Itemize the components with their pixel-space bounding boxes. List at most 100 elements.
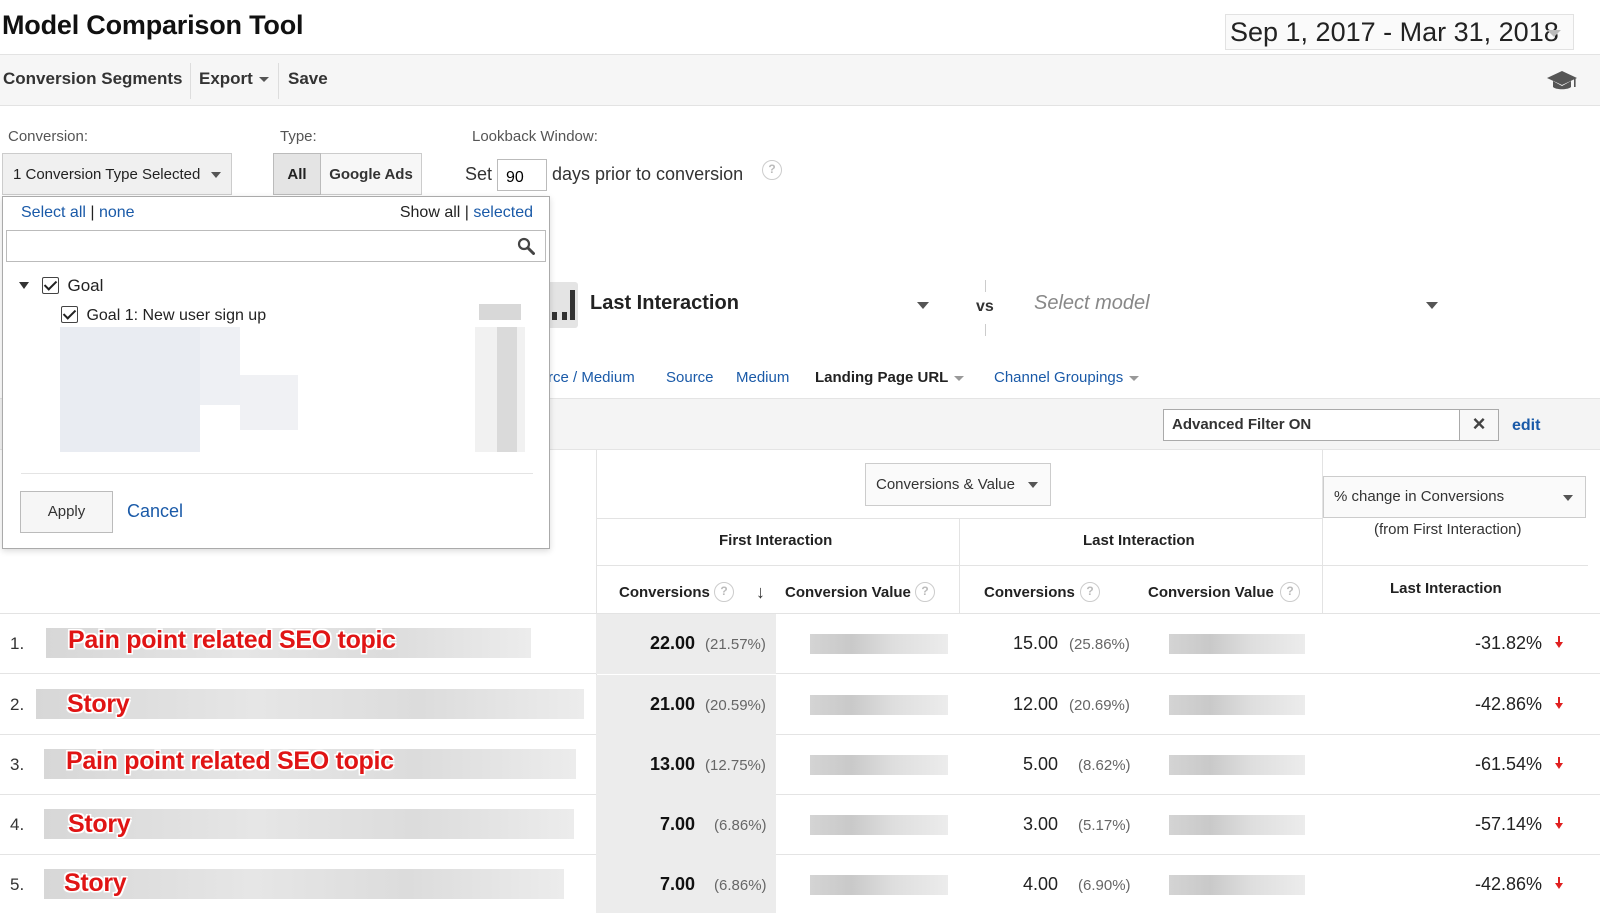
- date-range-picker[interactable]: Sep 1, 2017 - Mar 31, 2018: [1225, 14, 1574, 50]
- change-metric-value: % change in Conversions: [1334, 488, 1505, 505]
- help-icon[interactable]: ?: [714, 582, 734, 602]
- col-first-conversion-value[interactable]: Conversion Value: [785, 584, 911, 601]
- tab-source[interactable]: Source: [666, 369, 714, 386]
- page-title: Model Comparison Tool: [2, 10, 304, 40]
- tab-medium[interactable]: Medium: [736, 369, 789, 386]
- date-range-label: Sep 1, 2017 - Mar 31, 2018: [1230, 17, 1559, 47]
- conversion-dropdown: Select all | none Show all | selected Go…: [2, 196, 550, 549]
- save-button[interactable]: Save: [288, 69, 328, 89]
- chevron-down-icon[interactable]: [1426, 302, 1438, 309]
- row-number: 2.: [10, 695, 25, 714]
- vs-divider: [985, 324, 986, 336]
- conversion-type-select[interactable]: 1 Conversion Type Selected: [2, 153, 232, 195]
- change-value: -31.82%: [1474, 633, 1542, 653]
- caret-down-icon[interactable]: [19, 282, 29, 289]
- goal-group[interactable]: Goal: [19, 276, 103, 296]
- show-selected-link[interactable]: selected: [473, 204, 533, 221]
- row-label[interactable]: Pain point related SEO topic: [68, 626, 396, 655]
- select-all-link[interactable]: Select all: [21, 204, 86, 221]
- red-down-arrow-icon: [1555, 877, 1563, 889]
- row-label[interactable]: Pain point related SEO topic: [66, 747, 394, 776]
- tab-landing-page-url[interactable]: Landing Page URL: [815, 369, 965, 386]
- table-divider: [596, 565, 1323, 566]
- table-row[interactable]: 5. Story 7.00 (6.86%) 4.00 (6.90%) -42.8…: [0, 855, 1600, 913]
- graduation-cap-icon[interactable]: [1546, 69, 1578, 93]
- table-row[interactable]: 2. Story 21.00 (20.59%) 12.00 (20.69%) -…: [0, 675, 1600, 735]
- goal-item[interactable]: Goal 1: New user sign up: [61, 306, 266, 325]
- goal-item-checkbox[interactable]: [61, 306, 78, 323]
- help-icon[interactable]: ?: [1280, 582, 1300, 602]
- show-all-link[interactable]: Show all: [400, 204, 460, 221]
- li-conversions-pct: (20.69%): [1069, 697, 1130, 714]
- fi-conversions: 7.00: [660, 874, 696, 894]
- separator: |: [90, 204, 95, 221]
- filter-edit-link[interactable]: edit: [1512, 417, 1540, 435]
- conversion-segments-button[interactable]: Conversion Segments: [3, 69, 183, 89]
- help-icon[interactable]: ?: [915, 582, 935, 602]
- last-interaction-header: Last Interaction: [1083, 532, 1195, 549]
- chevron-down-icon[interactable]: [917, 302, 929, 309]
- fi-conversions-pct: (6.86%): [714, 877, 767, 894]
- type-all-button[interactable]: All: [273, 153, 321, 195]
- show-links: Show all | selected: [400, 204, 533, 222]
- tab-channel-groupings[interactable]: Channel Groupings: [994, 369, 1140, 386]
- col-last-conversion-value[interactable]: Conversion Value: [1148, 584, 1274, 601]
- li-conversions-pct: (25.86%): [1069, 636, 1130, 653]
- goal-group-checkbox[interactable]: [41, 277, 59, 294]
- lookback-suffix-label: days prior to conversion: [552, 164, 744, 184]
- select-none-link[interactable]: none: [99, 204, 135, 221]
- metric-select-value: Conversions & Value: [876, 476, 1015, 493]
- goal-search-input[interactable]: [6, 230, 546, 262]
- first-interaction-header: First Interaction: [719, 532, 833, 549]
- row-label[interactable]: Story: [68, 810, 131, 839]
- red-down-arrow-icon: [1555, 636, 1563, 648]
- li-conversions: 15.00: [1013, 633, 1059, 653]
- arrow-down-icon[interactable]: ↓: [756, 582, 765, 603]
- redacted-list: [60, 327, 200, 452]
- metric-select[interactable]: Conversions & Value: [865, 463, 1051, 506]
- change-metric-select[interactable]: % change in Conversions: [1323, 476, 1586, 518]
- chevron-down-icon: [954, 375, 965, 381]
- vs-divider: [985, 280, 986, 292]
- secondary-model-select[interactable]: Select model: [1034, 292, 1150, 315]
- redacted-value: [1169, 755, 1305, 775]
- col-last-conversions[interactable]: Conversions: [984, 584, 1075, 601]
- primary-model-label[interactable]: Last Interaction: [590, 292, 739, 315]
- li-conversions-pct: (6.90%): [1078, 877, 1131, 894]
- export-label: Export: [199, 69, 253, 88]
- help-icon[interactable]: ?: [762, 160, 782, 180]
- fi-conversions-pct: (12.75%): [705, 757, 766, 774]
- close-icon[interactable]: ×: [1459, 409, 1499, 441]
- type-google-ads-button[interactable]: Google Ads: [321, 153, 422, 195]
- row-number: 5.: [10, 875, 25, 894]
- advanced-filter-input[interactable]: Advanced Filter ON: [1163, 409, 1460, 441]
- lookback-label: Lookback Window:: [472, 128, 598, 145]
- cancel-button[interactable]: Cancel: [127, 501, 183, 522]
- fi-conversions: 13.00: [650, 754, 696, 774]
- vs-label: vs: [976, 298, 994, 315]
- row-label[interactable]: Story: [64, 869, 127, 898]
- li-conversions: 3.00: [1023, 814, 1059, 834]
- separator: |: [464, 204, 469, 221]
- col-first-conversions[interactable]: Conversions: [619, 584, 710, 601]
- li-conversions: 5.00: [1023, 754, 1059, 774]
- chevron-down-icon: [1028, 482, 1038, 488]
- lookback-days-input[interactable]: [497, 159, 547, 191]
- help-icon[interactable]: ?: [1080, 582, 1100, 602]
- redacted-value: [810, 634, 948, 654]
- change-value: -42.86%: [1474, 694, 1542, 714]
- redacted-count: [479, 304, 521, 320]
- fi-conversions: 21.00: [650, 694, 696, 714]
- table-row[interactable]: 3. Pain point related SEO topic 13.00 (1…: [0, 735, 1600, 795]
- row-label[interactable]: Story: [67, 690, 130, 719]
- tab-source-medium[interactable]: rce / Medium: [548, 369, 635, 386]
- col-change-last-interaction: Last Interaction: [1390, 580, 1502, 597]
- export-button[interactable]: Export: [199, 69, 269, 89]
- type-label: Type:: [280, 128, 317, 145]
- row-number: 4.: [10, 815, 25, 834]
- redacted-value: [1169, 815, 1305, 835]
- table-row[interactable]: 4. Story 7.00 (6.86%) 3.00 (5.17%) -57.1…: [0, 795, 1600, 855]
- li-conversions-pct: (5.17%): [1078, 817, 1131, 834]
- table-row[interactable]: 1. Pain point related SEO topic 22.00 (2…: [0, 614, 1600, 674]
- apply-button[interactable]: Apply: [20, 491, 113, 533]
